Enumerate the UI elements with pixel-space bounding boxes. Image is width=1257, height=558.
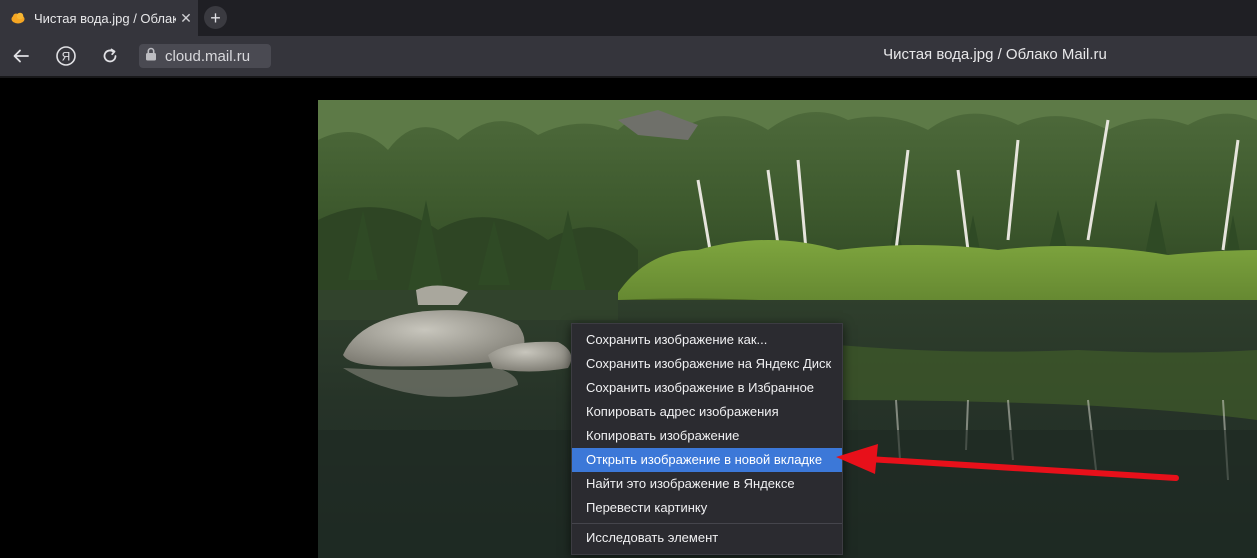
annotation-arrow <box>836 444 1179 481</box>
